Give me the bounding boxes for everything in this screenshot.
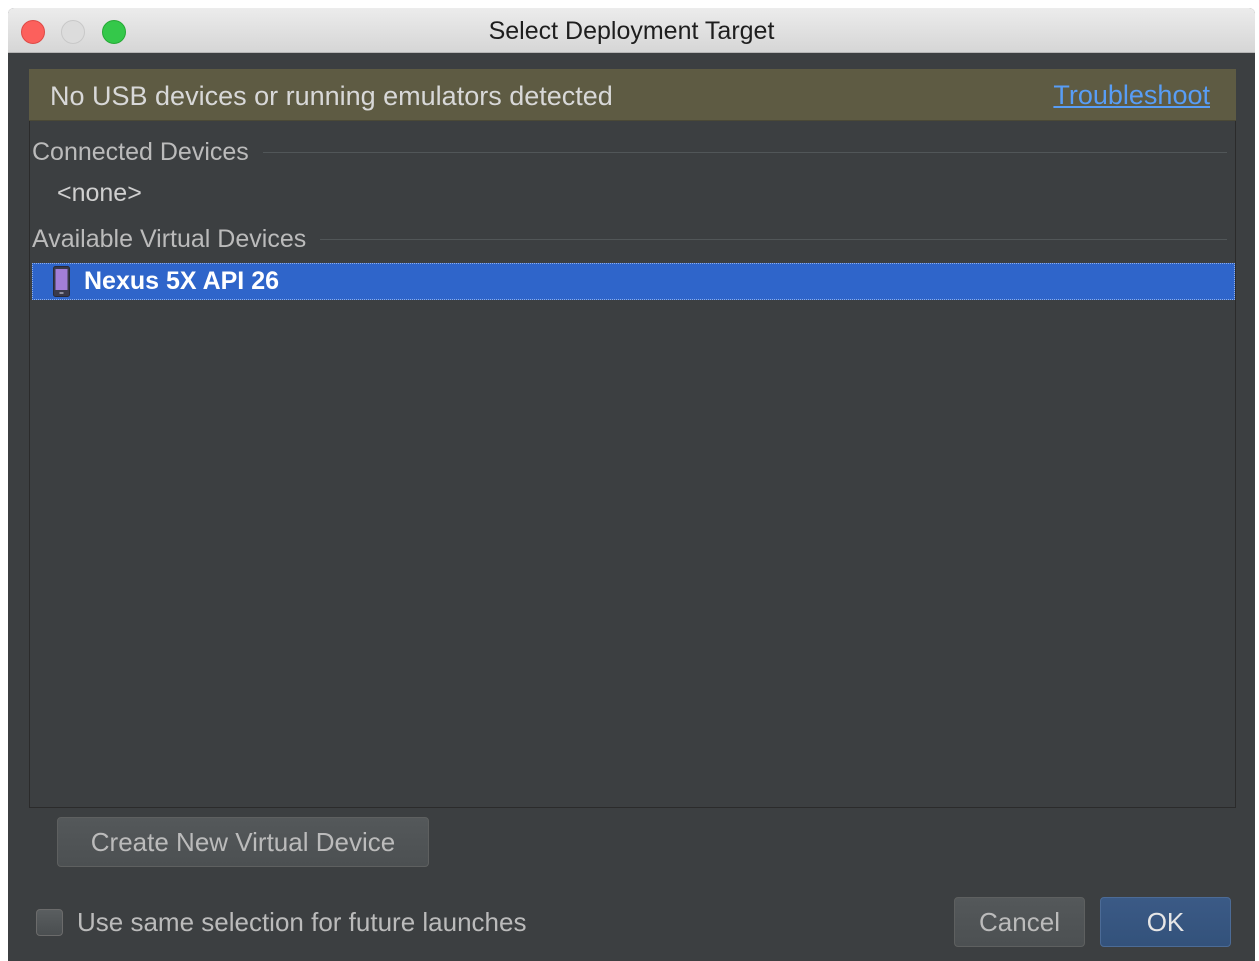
connected-devices-label: Connected Devices (32, 137, 249, 166)
virtual-devices-label: Available Virtual Devices (32, 224, 307, 253)
device-list-panel: Connected Devices <none> Available Virtu… (29, 121, 1236, 808)
virtual-devices-header: Available Virtual Devices (32, 224, 1227, 254)
virtual-device-label: Nexus 5X API 26 (84, 267, 280, 295)
banner-message: No USB devices or running emulators dete… (50, 81, 613, 111)
same-selection-checkbox[interactable] (36, 908, 63, 936)
connected-devices-header: Connected Devices (32, 137, 1227, 167)
same-selection-option[interactable]: Use same selection for future launches (36, 904, 526, 940)
warning-banner: No USB devices or running emulators dete… (29, 69, 1236, 121)
same-selection-label: Use same selection for future launches (77, 906, 527, 937)
title-bar: Select Deployment Target (8, 8, 1255, 53)
cancel-button[interactable]: Cancel (954, 897, 1085, 947)
ok-button[interactable]: OK (1100, 897, 1231, 947)
section-divider (320, 238, 1227, 240)
window-title: Select Deployment Target (488, 17, 775, 45)
create-virtual-device-button[interactable]: Create New Virtual Device (57, 817, 429, 867)
connected-device-placeholder: <none> (57, 179, 142, 207)
deployment-target-dialog: Select Deployment Target No USB devices … (8, 8, 1255, 961)
section-divider (262, 151, 1227, 153)
phone-icon (53, 266, 70, 297)
virtual-device-row-nexus-5x[interactable]: Nexus 5X API 26 (32, 263, 1235, 300)
troubleshoot-link[interactable]: Troubleshoot (1053, 69, 1210, 121)
